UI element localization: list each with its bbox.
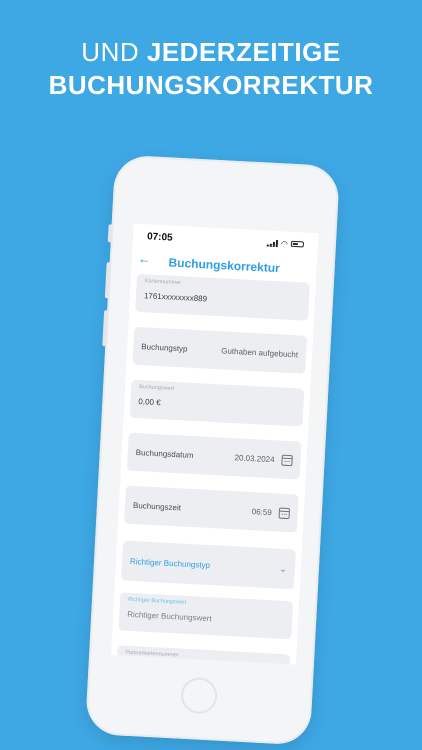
- booking-type-value: Guthaben aufgebucht: [221, 345, 299, 359]
- correct-booking-value-field[interactable]: Richtiger Buchungswert Richtiger Buchung…: [118, 592, 294, 640]
- booking-date-field[interactable]: Buchungsdatum 20.03.2024: [126, 432, 302, 480]
- wifi-icon: ◠: [280, 238, 289, 249]
- phone-volume-down: [102, 310, 109, 347]
- phone-screen: 07:05 ◠ ← Buchungskorrektur Kartennummer…: [111, 223, 319, 665]
- booking-type-label: Buchungstyp: [141, 341, 188, 354]
- booking-time-label: Buchungszeit: [132, 500, 182, 512]
- correct-booking-value-input[interactable]: Richtiger Buchungswert: [127, 610, 212, 623]
- phone-side-button: [107, 224, 113, 243]
- headline-bold-text: JEDERZEITIGE: [146, 37, 341, 67]
- booking-date-value: 20.03.2024: [234, 452, 275, 464]
- battery-icon: [290, 240, 305, 248]
- headline: UND JEDERZEITIGE BUCHUNGSKORREKTUR: [0, 36, 422, 102]
- status-icons: ◠: [266, 238, 305, 249]
- clock-calendar-icon[interactable]: [278, 507, 291, 519]
- status-time: 07:05: [146, 230, 173, 244]
- booking-date-label: Buchungsdatum: [135, 447, 194, 460]
- correct-booking-type-select[interactable]: Richtiger Buchungstyp ⌄: [121, 540, 296, 590]
- headline-light-text: UND: [81, 37, 147, 67]
- booking-value-field[interactable]: Buchungswert 0,00 €: [129, 379, 305, 427]
- partner-card-number-label: Partnerkartennummer: [125, 649, 179, 659]
- correct-booking-type-label: Richtiger Buchungstyp: [129, 556, 211, 570]
- chevron-down-icon[interactable]: ⌄: [279, 563, 287, 574]
- phone-volume-up: [104, 262, 111, 299]
- card-number-label: Kartennummer: [144, 278, 182, 287]
- calendar-icon[interactable]: [281, 454, 293, 466]
- booking-time-value: 06:59: [251, 506, 273, 517]
- headline-line-1: UND JEDERZEITIGE: [0, 36, 422, 69]
- headline-line-2: BUCHUNGSKORREKTUR: [48, 70, 374, 100]
- phone-mockup: 07:05 ◠ ← Buchungskorrektur Kartennummer…: [84, 154, 341, 746]
- booking-value-label: Buchungswert: [139, 384, 175, 392]
- booking-type-field[interactable]: Buchungstyp Guthaben aufgebucht: [132, 326, 308, 374]
- home-button: [180, 676, 219, 715]
- page-title: Buchungskorrektur: [168, 255, 281, 276]
- correct-booking-value-label: Richtiger Buchungswert: [127, 596, 187, 606]
- card-number-value: 1761xxxxxxxx889: [143, 291, 208, 304]
- signal-icon: [266, 239, 279, 247]
- booking-time-field[interactable]: Buchungszeit 06:59: [124, 485, 299, 533]
- booking-value-value: 0,00 €: [138, 397, 161, 408]
- partner-card-number-field[interactable]: Partnerkartennummer: [115, 645, 291, 665]
- card-number-field[interactable]: Kartennummer 1761xxxxxxxx889: [135, 273, 310, 321]
